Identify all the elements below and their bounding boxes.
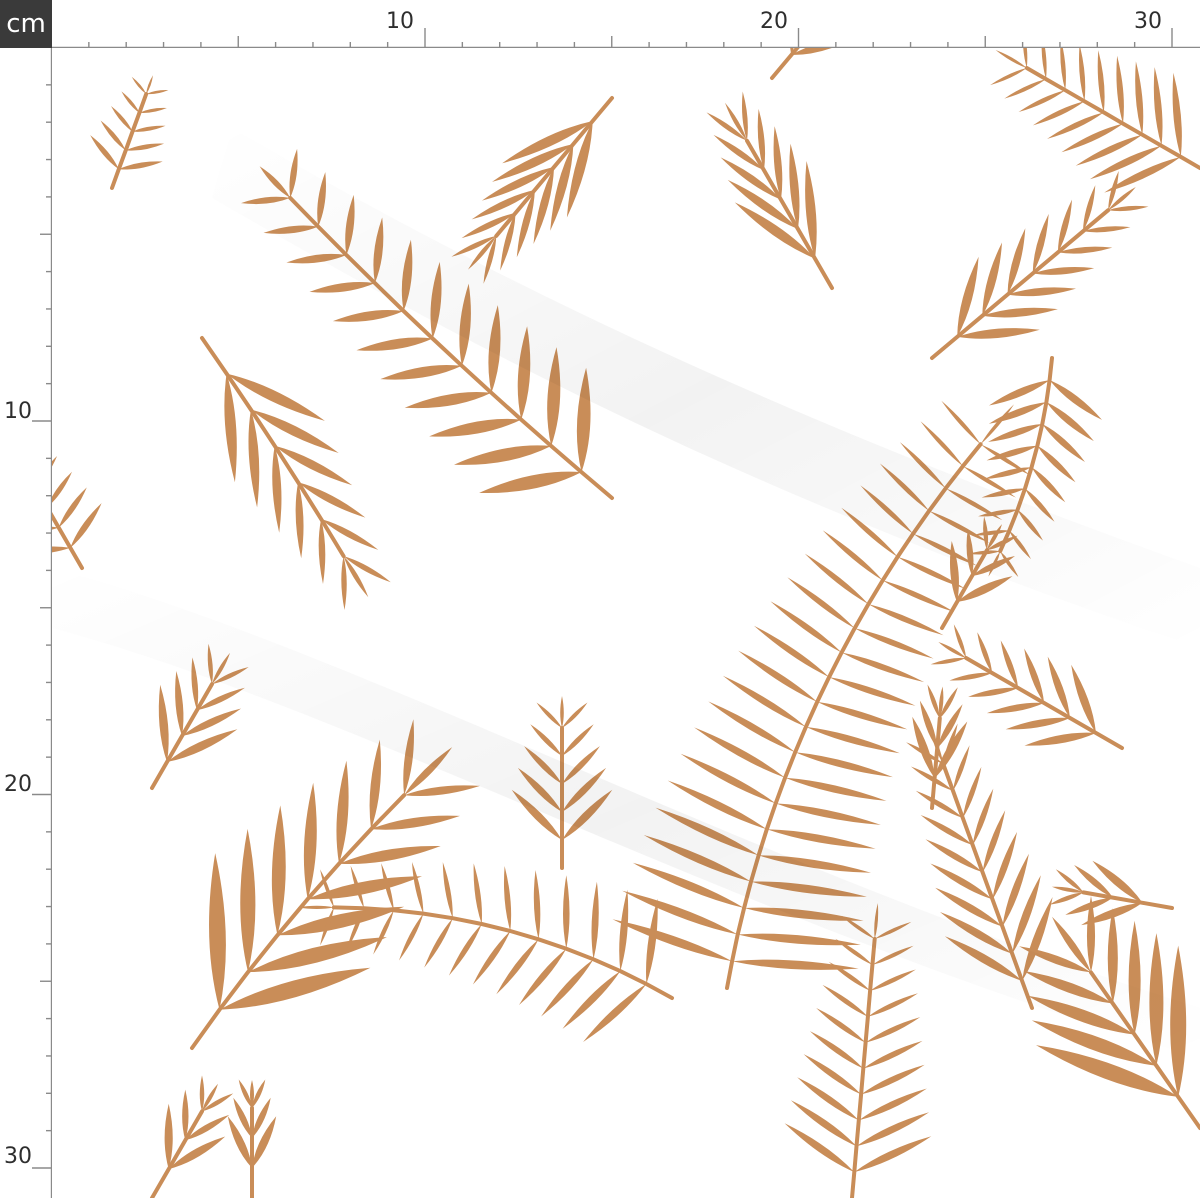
ruler-top-label-10: 10: [386, 9, 414, 34]
unit-badge: cm: [0, 0, 52, 48]
ruler-top-label-20: 20: [760, 9, 788, 34]
ruler-left-label-10: 10: [4, 399, 32, 424]
fern-leaf-pattern-icon: [52, 48, 1200, 1198]
ruler-left-ticks: [32, 48, 52, 1198]
ruler-top-label-30: 30: [1134, 9, 1162, 34]
ruler-left: 10 20 30: [0, 48, 52, 1198]
fabric-swatch: [52, 48, 1200, 1198]
ruler-left-label-30: 30: [4, 1144, 32, 1169]
ruler-top-ticks: [52, 28, 1200, 48]
ruler-top: 10 20 30: [52, 0, 1200, 48]
ruler-left-label-20: 20: [4, 772, 32, 797]
fabric-preview: cm 10 20 30 10 20 30: [0, 0, 1200, 1198]
unit-label: cm: [6, 9, 46, 39]
